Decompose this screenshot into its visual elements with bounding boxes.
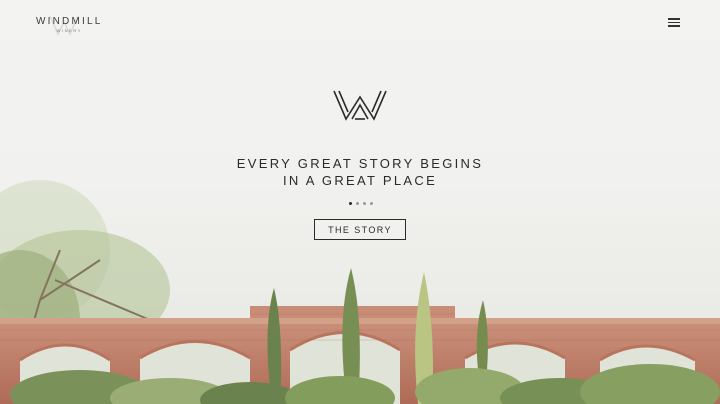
headline-line-1: EVERY GREAT STORY BEGINS <box>236 156 484 171</box>
hero-headline: EVERY GREAT STORY BEGINS IN A GREAT PLAC… <box>0 155 720 189</box>
brand-monogram-icon <box>49 15 79 36</box>
slide-dot-2[interactable] <box>356 202 359 205</box>
headline-line-2: IN A GREAT PLACE <box>282 173 438 188</box>
the-story-button-label: THE STORY <box>328 224 392 235</box>
slide-dot-1[interactable] <box>349 202 352 205</box>
hamburger-menu-icon[interactable] <box>668 18 680 28</box>
slide-dot-4[interactable] <box>370 202 373 205</box>
brand-logo[interactable]: WINDMILL WINERY <box>36 15 103 36</box>
winery-w-monogram-icon <box>333 90 387 121</box>
hero-section: WINDMILL WINERY EVERY GREAT STORY BEGINS… <box>0 0 720 404</box>
the-story-button[interactable]: THE STORY <box>314 219 406 240</box>
slider-pagination <box>349 202 373 205</box>
slide-dot-3[interactable] <box>363 202 366 205</box>
